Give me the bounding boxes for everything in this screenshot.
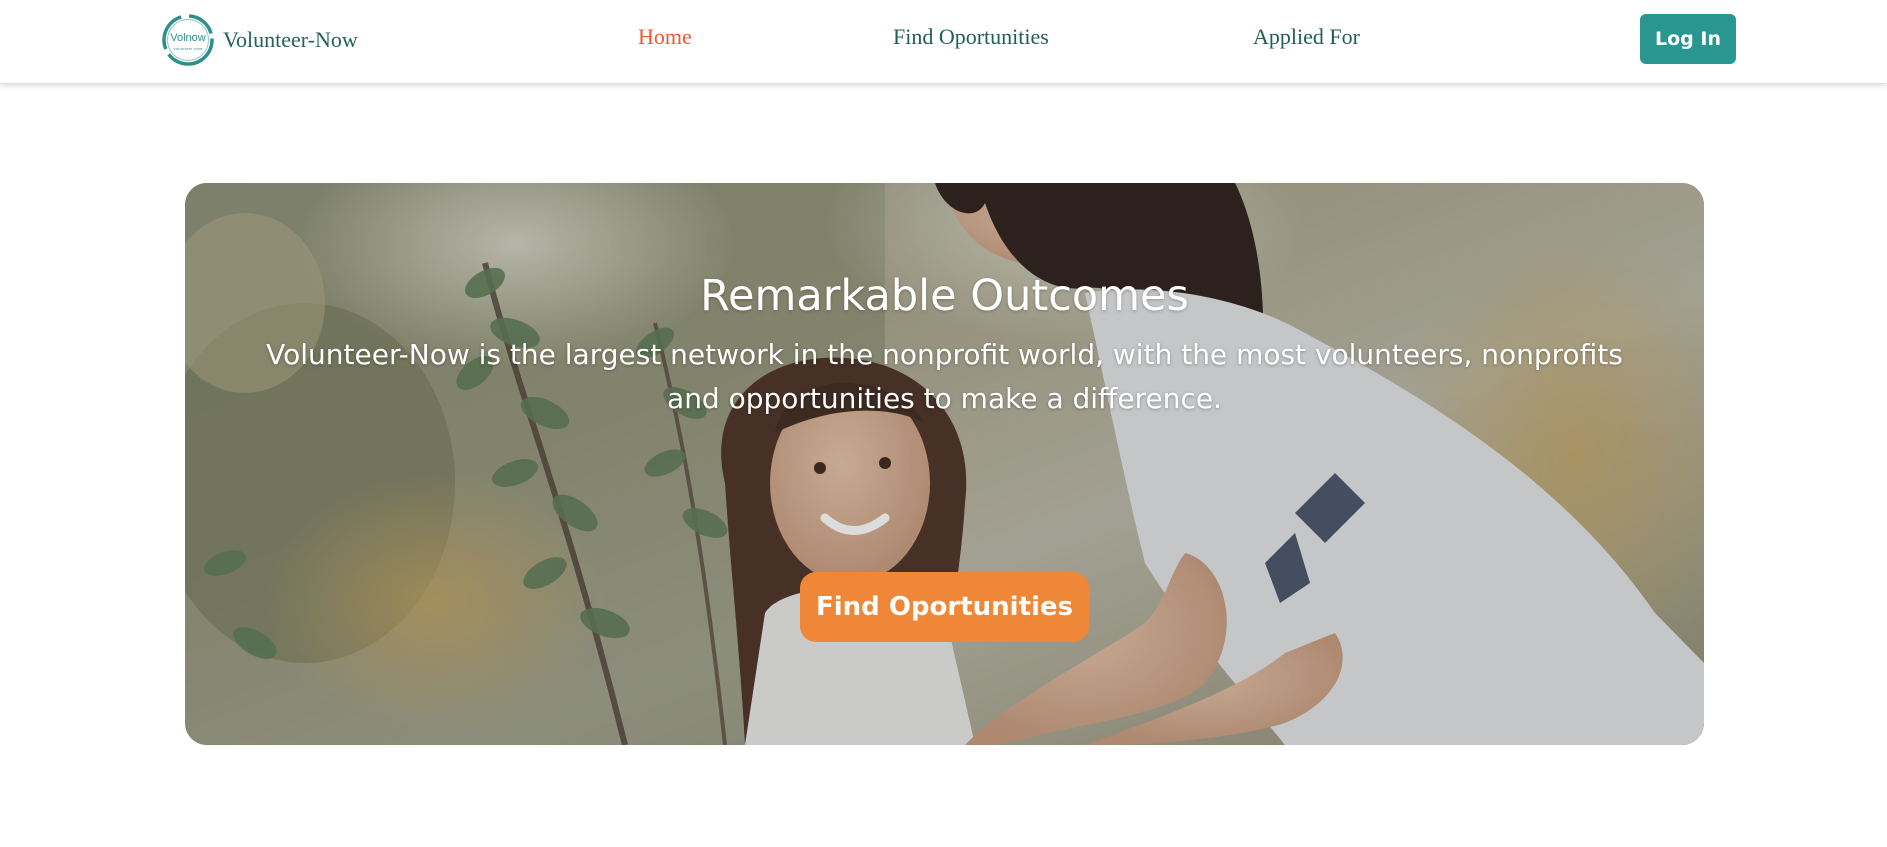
logo: Volnow volunteer now (161, 13, 215, 67)
nav-home[interactable]: Home (638, 24, 692, 50)
top-navbar: Volnow volunteer now Volunteer-Now Home … (0, 0, 1887, 83)
hero-banner: Remarkable Outcomes Volunteer-Now is the… (185, 183, 1704, 745)
hero-title: Remarkable Outcomes (700, 271, 1189, 321)
login-button[interactable]: Log In (1640, 14, 1736, 64)
nav-find-opportunities[interactable]: Find Oportunities (893, 24, 1049, 50)
hero-overlay (185, 183, 1704, 745)
hero-description: Volunteer-Now is the largest network in … (266, 338, 1623, 415)
brand-home-link[interactable]: Volnow volunteer now Volunteer-Now (161, 11, 358, 69)
logo-text: Volnow (170, 32, 206, 44)
brand-name: Volunteer-Now (223, 27, 358, 52)
logo-subtext: volunteer now (173, 46, 203, 51)
nav-applied-for[interactable]: Applied For (1253, 24, 1360, 50)
find-opportunities-button[interactable]: Find Oportunities (800, 572, 1089, 642)
